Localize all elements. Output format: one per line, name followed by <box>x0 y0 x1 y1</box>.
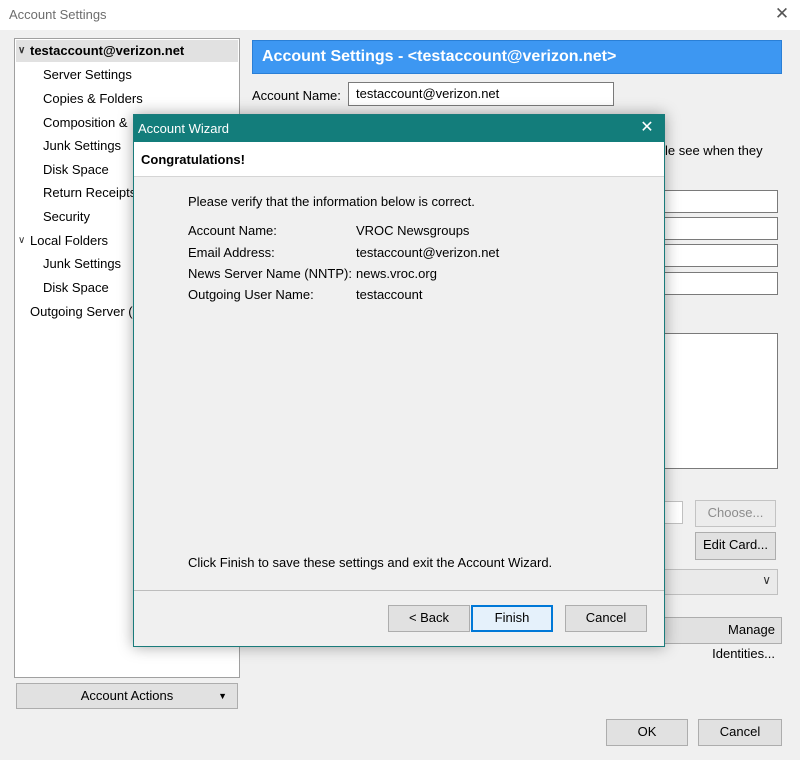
dialog-title: Account Wizard <box>138 121 230 136</box>
tree-item-label: Local Folders <box>30 233 109 248</box>
window-titlebar <box>0 0 800 30</box>
tree-item-security[interactable]: Security <box>43 206 90 228</box>
account-name-label: Account Name: <box>252 88 341 103</box>
cancel-label: Cancel <box>719 724 761 739</box>
back-button[interactable]: < Back <box>388 605 470 632</box>
window-close-icon[interactable]: ✕ <box>772 4 792 24</box>
tree-item-local-junk-settings[interactable]: Junk Settings <box>43 253 121 275</box>
email-address-value: testaccount@verizon.net <box>356 245 500 260</box>
tree-item-local-disk-space[interactable]: Disk Space <box>43 277 109 299</box>
ok-label: OK <box>637 724 657 739</box>
outgoing-user-key: Outgoing User Name: <box>188 287 314 302</box>
choose-label: Choose... <box>707 505 764 520</box>
email-address-key: Email Address: <box>188 245 275 260</box>
tree-item-server-settings[interactable]: Server Settings <box>43 64 132 86</box>
identity-input-3[interactable] <box>664 244 778 267</box>
news-server-key: News Server Name (NNTP): <box>188 266 352 281</box>
window-title: Account Settings <box>9 7 107 22</box>
account-name-key: Account Name: <box>188 223 277 238</box>
tree-item-disk-space[interactable]: Disk Space <box>43 159 109 181</box>
outgoing-user-value: testaccount <box>356 287 423 302</box>
tree-item-junk-settings[interactable]: Junk Settings <box>43 135 121 157</box>
signature-textarea[interactable] <box>664 333 778 469</box>
dialog-header: Congratulations! <box>134 142 664 177</box>
tree-item-composition[interactable]: Composition & <box>43 112 128 134</box>
dialog-titlebar: Account Wizard ✕ <box>134 115 664 142</box>
account-wizard-dialog: Account Wizard ✕ Congratulations! Please… <box>133 114 665 647</box>
signature-file-input[interactable] <box>664 501 683 524</box>
identity-description-text: le see when they <box>665 143 763 158</box>
identity-input-2[interactable] <box>664 217 778 240</box>
tree-item-outgoing-server[interactable]: Outgoing Server ( <box>30 301 133 323</box>
tree-item-label: testaccount@verizon.net <box>30 43 185 58</box>
cancel-button[interactable]: Cancel <box>698 719 782 746</box>
account-actions-button[interactable]: Account Actions ▼ <box>16 683 238 709</box>
account-name-input[interactable]: testaccount@verizon.net <box>348 82 614 106</box>
edit-card-label: Edit Card... <box>702 537 769 552</box>
chevron-down-icon[interactable]: ∨ <box>18 40 28 56</box>
finish-label: Finish <box>494 610 530 625</box>
chevron-down-icon: ∨ <box>762 573 771 587</box>
dialog-footer-text: Click Finish to save these settings and … <box>188 555 553 570</box>
finish-button[interactable]: Finish <box>471 605 553 632</box>
manage-identities-button[interactable]: Manage Identities... <box>664 617 782 661</box>
dialog-intro: Please verify that the information below… <box>188 194 475 209</box>
manage-identities-label: Manage Identities... <box>712 622 775 661</box>
tree-item-account[interactable]: ∨ testaccount@verizon.net <box>16 40 238 62</box>
outgoing-server-select[interactable]: ∨ <box>664 569 778 595</box>
tree-item-return-receipts[interactable]: Return Receipts <box>43 182 136 204</box>
tree-item-copies-folders[interactable]: Copies & Folders <box>43 88 143 110</box>
dropdown-arrow-icon: ▼ <box>218 691 227 701</box>
edit-card-button[interactable]: Edit Card... <box>695 532 776 560</box>
ok-button[interactable]: OK <box>606 719 688 746</box>
news-server-value: news.vroc.org <box>356 266 437 281</box>
dialog-cancel-label: Cancel <box>585 610 627 625</box>
identity-input-4[interactable] <box>664 272 778 295</box>
account-banner: Account Settings - <testaccount@verizon.… <box>252 40 782 74</box>
account-name-value: VROC Newsgroups <box>356 223 470 238</box>
choose-button[interactable]: Choose... <box>695 500 776 527</box>
dialog-heading: Congratulations! <box>141 152 245 167</box>
dialog-divider <box>134 590 664 591</box>
account-actions-label: Account Actions <box>80 688 174 703</box>
dialog-cancel-button[interactable]: Cancel <box>565 605 647 632</box>
chevron-down-icon[interactable]: ∨ <box>18 230 28 246</box>
dialog-close-icon[interactable]: ✕ <box>637 118 657 138</box>
back-label: < Back <box>408 610 450 625</box>
identity-input-1[interactable] <box>664 190 778 213</box>
